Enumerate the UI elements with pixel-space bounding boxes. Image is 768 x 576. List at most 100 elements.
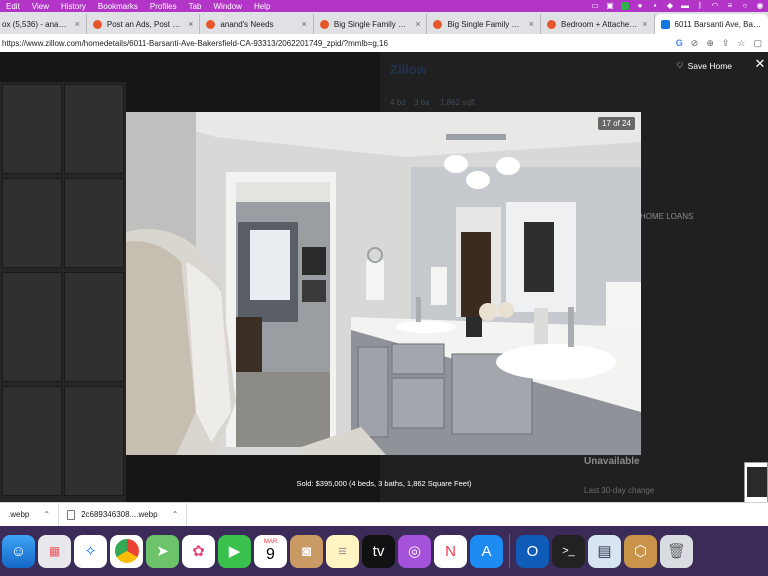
trash-icon[interactable]: 🗑	[660, 534, 693, 568]
cart-icon[interactable]: ◆	[666, 2, 674, 10]
menu-edit[interactable]: Edit	[6, 2, 20, 11]
close-tab-icon[interactable]: ×	[642, 19, 647, 29]
save-home-button[interactable]: ♡ Save Home	[676, 60, 732, 71]
wifi-icon[interactable]: ◠	[711, 2, 719, 10]
menu-bar: Edit View History Bookmarks Profiles Tab…	[0, 0, 768, 12]
tab-needs[interactable]: anand's Needs ×	[200, 14, 314, 34]
unavailable-text: Unavailable	[584, 456, 640, 467]
sqft-text: 1,862 sqft	[440, 98, 476, 107]
menu-tab[interactable]: Tab	[189, 2, 202, 11]
download-item[interactable]: 2c689346308....webp ⌃	[59, 502, 188, 527]
photos-icon[interactable]: ✿	[182, 534, 215, 568]
notes-icon[interactable]: ≡	[326, 534, 359, 568]
appstore-icon[interactable]: A	[470, 534, 503, 568]
heart-icon: ♡	[676, 60, 684, 70]
dock-separator	[509, 534, 510, 568]
chrome-icon[interactable]	[110, 534, 143, 568]
download-item[interactable]: .webp ⌃	[0, 502, 60, 527]
tab-zillow[interactable]: 6011 Barsanti Ave, Bakersfiel	[654, 14, 768, 34]
bluetooth-icon[interactable]: ᛒ	[696, 2, 704, 10]
tab-gmail[interactable]: ox (5,536) - anand.nsit@ ×	[0, 14, 87, 34]
bathroom-photo	[126, 112, 641, 455]
outlook-icon[interactable]: O	[516, 534, 549, 568]
close-tab-icon[interactable]: ×	[75, 19, 80, 29]
tab-title: ox (5,536) - anand.nsit@	[2, 19, 71, 29]
favicon-icon	[546, 19, 556, 29]
url-text[interactable]: https://www.zillow.com/homedetails/6011-…	[2, 39, 676, 48]
tab-title: Big Single Family House For	[447, 19, 524, 29]
favicon-icon	[92, 19, 102, 29]
close-tab-icon[interactable]: ×	[529, 19, 534, 29]
safari-icon[interactable]: ✧	[74, 534, 107, 568]
tab-title: Post an Ads, Post your Ads	[106, 19, 184, 29]
folder-icon[interactable]: ▭	[591, 2, 599, 10]
status-icons: ▭ ▣ ● ▪ ◆ ▬ ᛒ ◠ ≡ ○ ◉	[591, 0, 764, 12]
tab-post-ads[interactable]: Post an Ads, Post your Ads ×	[87, 14, 201, 34]
tab-title: Big Single Family House For	[333, 19, 411, 29]
close-tab-icon[interactable]: ×	[415, 19, 420, 29]
baths-text: 3 ba	[414, 98, 430, 107]
close-tab-icon[interactable]: ×	[302, 19, 307, 29]
dock: ☺ ▦ ✧ ➤ ✿ ▶ MAR 9 ◙ ≡ tv ◎ N A O >_ ▤ ⬡ …	[0, 526, 768, 576]
close-icon[interactable]: ✕	[752, 57, 768, 71]
podcasts-icon[interactable]: ◎	[398, 534, 431, 568]
siri-icon[interactable]: ◉	[756, 2, 764, 10]
chevron-up-icon[interactable]: ⌃	[172, 510, 179, 519]
control-center-icon[interactable]: ≡	[726, 2, 734, 10]
address-icons: G ⊘ ⊕ ⇪ ☆ ▢	[676, 38, 768, 49]
zillow-logo: Zillow	[390, 62, 427, 77]
contacts-icon[interactable]: ◙	[290, 534, 323, 568]
tab-house-2[interactable]: Big Single Family House For ×	[427, 14, 541, 34]
listing-photo[interactable]	[126, 112, 641, 455]
user-icon[interactable]: ●	[636, 2, 644, 10]
tab-house-1[interactable]: Big Single Family House For ×	[314, 14, 428, 34]
image-icon[interactable]: ▣	[606, 2, 614, 10]
listing-photo-grid	[0, 82, 126, 502]
download-filename: 2c689346308....webp	[81, 510, 158, 519]
menu-view[interactable]: View	[32, 2, 49, 11]
preview-icon[interactable]: ▤	[588, 534, 621, 568]
battery-icon[interactable]: ▬	[681, 2, 689, 10]
launchpad-icon[interactable]: ▦	[38, 534, 71, 568]
share-icon[interactable]: ⇪	[722, 38, 730, 49]
lock-icon[interactable]: ▪	[651, 2, 659, 10]
facetime-icon[interactable]: ▶	[218, 534, 251, 568]
finder-icon[interactable]: ☺	[2, 534, 35, 568]
download-filename: .webp	[8, 510, 30, 519]
menu-window[interactable]: Window	[214, 2, 242, 11]
appletv-icon[interactable]: tv	[362, 534, 395, 568]
close-tab-icon[interactable]: ×	[188, 19, 193, 29]
tab-strip: ox (5,536) - anand.nsit@ × Post an Ads, …	[0, 12, 768, 34]
calendar-icon[interactable]: MAR 9	[254, 534, 287, 568]
chevron-up-icon[interactable]: ⌃	[43, 510, 50, 519]
menu-profiles[interactable]: Profiles	[150, 2, 177, 11]
spotlight-icon[interactable]: ○	[741, 2, 749, 10]
photo-counter: 17 of 24	[598, 117, 635, 130]
bookmark-star-icon[interactable]: ☆	[737, 38, 745, 49]
google-icon[interactable]: G	[676, 38, 683, 49]
favicon-icon	[433, 19, 443, 29]
favicon-icon	[319, 19, 329, 29]
installer-icon[interactable]: ⬡	[624, 534, 657, 568]
maps-icon[interactable]: ➤	[146, 534, 179, 568]
menu-history[interactable]: History	[61, 2, 86, 11]
menu-help[interactable]: Help	[254, 2, 270, 11]
eye-off-icon[interactable]: ⊘	[691, 38, 699, 49]
window-icon[interactable]: ▢	[753, 38, 762, 49]
downloads-bar: .webp ⌃ 2c689346308....webp ⌃	[0, 502, 768, 527]
tab-title: Bedroom + Attached Bathro	[560, 19, 638, 29]
calendar-day: 9	[266, 546, 275, 563]
news-icon[interactable]: N	[434, 534, 467, 568]
save-home-label: Save Home	[687, 60, 733, 71]
home-loans-text: HOME LOANS	[640, 212, 694, 221]
photo-caption: Sold: $395,000 (4 beds, 3 baths, 1,862 S…	[296, 479, 472, 488]
address-bar[interactable]: https://www.zillow.com/homedetails/6011-…	[0, 34, 768, 52]
terminal-icon[interactable]: >_	[552, 534, 585, 568]
tab-bedroom[interactable]: Bedroom + Attached Bathro ×	[541, 14, 655, 34]
tab-title: 6011 Barsanti Ave, Bakersfiel	[674, 19, 763, 29]
file-icon	[67, 509, 76, 520]
zoom-icon[interactable]: ⊕	[706, 38, 714, 49]
calendar-month: MAR	[263, 539, 278, 545]
green-app-icon[interactable]	[621, 2, 629, 10]
menu-bookmarks[interactable]: Bookmarks	[98, 2, 138, 11]
